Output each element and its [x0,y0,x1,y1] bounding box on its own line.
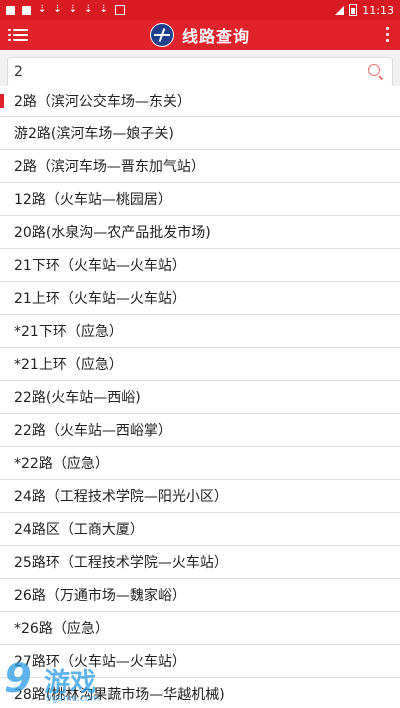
battery-icon [349,4,358,16]
route-list-item[interactable]: *26路（应急） [0,612,400,645]
download-icon: ⇣ [99,4,108,15]
route-list-item[interactable]: 24路区（工商大厦） [0,513,400,546]
download-icon: ⇣ [84,4,93,15]
more-vert-icon[interactable] [386,27,390,43]
signal-icon [335,5,345,15]
route-list-item[interactable]: *21下环（应急） [0,315,400,348]
route-list-item[interactable]: 20路(水泉沟—农产品批发市场) [0,216,400,249]
route-list-item[interactable]: 22路（火车站—西峪掌） [0,414,400,447]
route-list-item[interactable]: 12路（火车站—桃园居） [0,183,400,216]
route-list-item[interactable]: 25路环（工程技术学院—火车站） [0,546,400,579]
route-list-item[interactable]: 27路环（火车站—火车站） [0,645,400,678]
route-list-item[interactable]: *22路（应急） [0,447,400,480]
download-icon: ⇣ [68,4,78,15]
route-list-item[interactable]: 28路(桃林沟果蔬市场—华越机械) [0,678,400,708]
page-title: 线路查询 [181,27,250,46]
notification-square-icon [22,5,31,15]
route-list-item[interactable]: *21上环（应急） [0,348,400,381]
route-list-item[interactable]: 24路（工程技术学院—阳光小区） [0,480,400,513]
route-list[interactable]: 2路（滨河公交车场—东关） 游2路(滨河车场—娘子关) 2路（滨河车场—晋东加气站）… [0,86,400,708]
scroll-indicator [0,94,4,108]
route-list-item[interactable]: 22路(火车站—西峪) [0,381,400,414]
bus-company-logo-icon [149,23,174,47]
status-notifications: ⇣ ⇣ ⇣ ⇣ ⇣ [0,5,125,15]
download-icon: ⇣ [38,4,47,15]
route-list-item[interactable]: 2路（滨河公交车场—东关） [0,86,400,117]
notification-square-icon [6,5,15,15]
route-list-item[interactable]: 2路（滨河车场—晋东加气站） [0,150,400,183]
download-icon: ⇣ [53,4,62,15]
search-box [7,57,393,87]
route-list-item[interactable]: 26路（万通市场—魏家峪） [0,579,400,612]
status-bar: ⇣ ⇣ ⇣ ⇣ ⇣ 11:13 [0,0,400,20]
route-list-item[interactable]: 21下环（火车站—火车站） [0,249,400,282]
hamburger-menu-icon[interactable] [8,26,28,44]
search-icon[interactable] [368,64,384,81]
route-list-item[interactable]: 21上环（火车站—火车站） [0,282,400,315]
status-time: 11:13 [362,3,394,17]
route-list-item[interactable]: 游2路(滨河车场—娘子关) [0,117,400,150]
search-input[interactable] [8,58,354,86]
app-bar: 线路查询 [0,20,400,50]
gallery-icon [114,5,125,15]
